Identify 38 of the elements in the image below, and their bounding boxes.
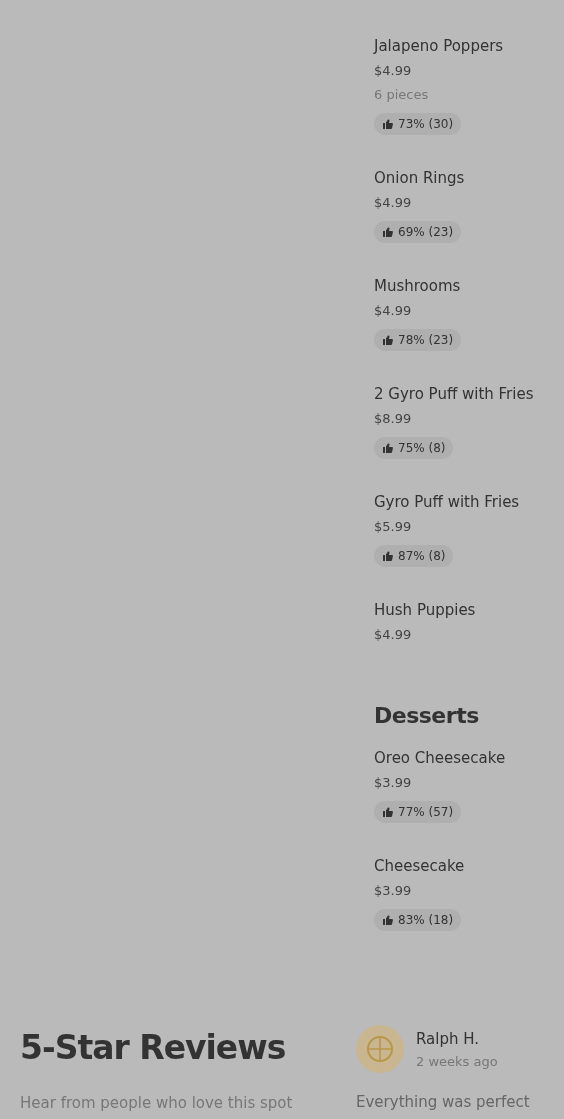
rating-text: 75% (8) — [398, 441, 446, 455]
thumbs-up-icon — [382, 118, 394, 130]
review-time: 2 weeks ago — [416, 1053, 498, 1069]
reviews-heading: 5-Star Reviews — [20, 1028, 287, 1068]
thumbs-up-icon — [382, 550, 394, 562]
item-price: $3.99 — [374, 774, 412, 792]
item-name[interactable]: Mushrooms — [374, 276, 461, 296]
item-name[interactable]: Jalapeno Poppers — [374, 36, 504, 56]
item-name[interactable]: Gyro Puff with Fries — [374, 492, 520, 512]
item-description: 6 pieces — [374, 86, 429, 104]
item-price: $4.99 — [374, 62, 412, 80]
item-price: $4.99 — [374, 626, 412, 644]
item-price: $4.99 — [374, 194, 412, 212]
item-price: $3.99 — [374, 882, 412, 900]
item-price: $8.99 — [374, 410, 412, 428]
rating-text: 83% (18) — [398, 913, 454, 927]
thumbs-up-icon — [382, 334, 394, 346]
rating-text: 78% (23) — [398, 333, 454, 347]
item-name[interactable]: Oreo Cheesecake — [374, 748, 506, 768]
item-name[interactable]: Onion Rings — [374, 168, 465, 188]
avatar-icon — [356, 1025, 404, 1073]
rating-text: 73% (30) — [398, 117, 454, 131]
thumbs-up-icon — [382, 442, 394, 454]
section-heading: Desserts — [374, 702, 480, 730]
reviewer-name: Ralph H. — [416, 1029, 481, 1048]
item-name[interactable]: Cheesecake — [374, 856, 465, 876]
thumbs-up-icon — [382, 226, 394, 238]
thumbs-up-icon — [382, 806, 394, 818]
item-name[interactable]: 2 Gyro Puff with Fries — [374, 384, 534, 404]
item-price: $5.99 — [374, 518, 412, 536]
thumbs-up-icon — [382, 914, 394, 926]
item-price: $4.99 — [374, 302, 412, 320]
review-text: Everything was perfect — [356, 1093, 531, 1111]
reviews-subtitle: Hear from people who love this spot — [20, 1094, 294, 1112]
rating-text: 69% (23) — [398, 225, 454, 239]
rating-text: 77% (57) — [398, 805, 454, 819]
rating-text: 87% (8) — [398, 549, 446, 563]
item-name[interactable]: Hush Puppies — [374, 600, 476, 620]
